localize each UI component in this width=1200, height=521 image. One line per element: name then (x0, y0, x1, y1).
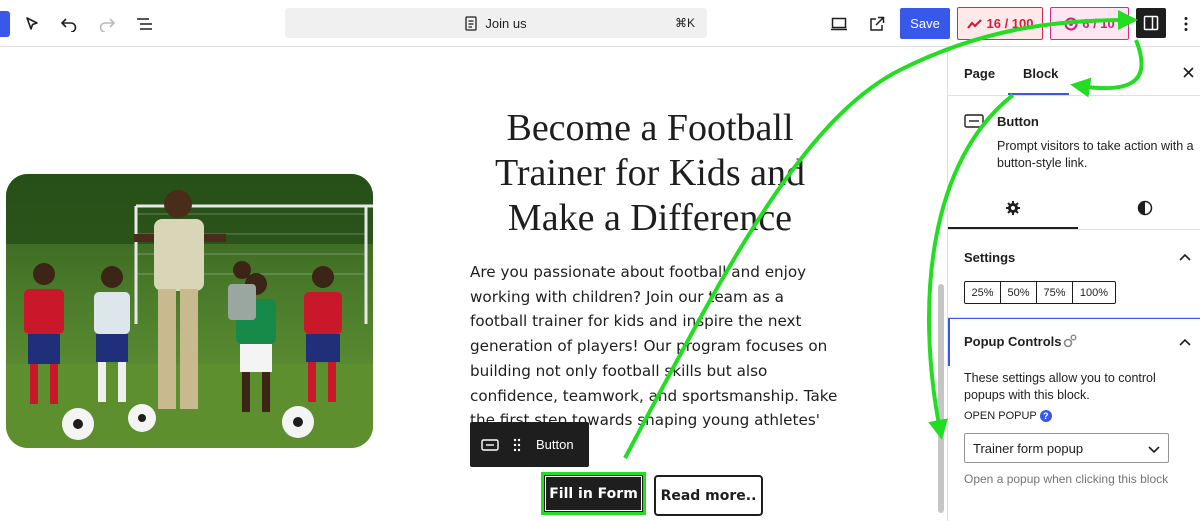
button-block-icon[interactable] (470, 438, 510, 451)
close-icon[interactable] (1180, 64, 1196, 80)
styles-contrast-icon[interactable] (1137, 200, 1153, 216)
inspector-active-indicator (948, 227, 1078, 229)
open-popup-label-text: OPEN POPUP (964, 410, 1037, 422)
redo-icon[interactable] (94, 11, 120, 37)
block-card-title: Button (997, 114, 1039, 129)
width-50-button[interactable]: 50% (1001, 282, 1037, 303)
popup-controls-title: Popup Controls (964, 334, 1062, 349)
open-popup-selected-value: Trainer form popup (973, 440, 1084, 456)
settings-sidebar: Page Block Button Prompt visitors to tak… (947, 48, 1200, 521)
button-block-card-icon (964, 114, 984, 133)
editor-topbar: Join us ⌘K Save 16 / 100 6 / 10 (0, 0, 1200, 47)
readability-score-text: 6 / 10 (1082, 16, 1115, 31)
chevron-down-icon (1148, 442, 1160, 457)
settings-panel-title[interactable]: Settings (964, 250, 1015, 265)
active-tab-indicator (1008, 93, 1069, 95)
chevron-up-icon[interactable] (1177, 334, 1193, 350)
canvas-scrollbar[interactable] (938, 284, 944, 513)
more-options-icon[interactable] (1176, 11, 1196, 37)
drag-handle-icon[interactable] (510, 438, 524, 452)
settings-panel: Settings 25% 50% 75% 100% (948, 230, 1200, 318)
sidebar-tabs: Page Block (948, 48, 1200, 96)
width-25-button[interactable]: 25% (965, 282, 1001, 303)
tab-block[interactable]: Block (1023, 66, 1058, 81)
popup-settings-gears-icon (1062, 333, 1078, 354)
open-popup-label: OPEN POPUP ? (964, 410, 1052, 422)
command-palette[interactable]: Join us ⌘K (285, 8, 707, 38)
site-logo-edge[interactable] (0, 11, 10, 37)
open-popup-select[interactable]: Trainer form popup (964, 433, 1169, 463)
page-heading[interactable]: Become a Football Trainer for Kids and M… (470, 106, 830, 241)
settings-sidebar-toggle-icon[interactable] (1136, 8, 1166, 38)
list-view-icon[interactable] (132, 11, 158, 37)
width-100-button[interactable]: 100% (1073, 282, 1115, 303)
help-icon[interactable]: ? (1039, 410, 1052, 422)
fill-in-form-button[interactable]: Fill in Form (541, 472, 646, 515)
intro-paragraph[interactable]: Are you passionate about football and en… (470, 260, 838, 433)
width-75-button[interactable]: 75% (1037, 282, 1073, 303)
view-post-icon[interactable] (864, 11, 890, 37)
block-toolbar-label[interactable]: Button (536, 437, 574, 452)
popup-controls-description: These settings allow you to control popu… (964, 371, 1156, 402)
block-card-description: Prompt visitors to take action with a bu… (997, 139, 1194, 170)
seo-score-badge[interactable]: 16 / 100 (957, 7, 1043, 40)
editor-canvas: Become a Football Trainer for Kids and M… (0, 48, 947, 521)
settings-gear-icon[interactable] (1005, 200, 1021, 216)
popup-controls-header[interactable]: Popup Controls (948, 318, 1200, 366)
readability-score-icon (1064, 17, 1078, 30)
command-shortcut: ⌘K (674, 16, 695, 30)
command-palette-title: Join us (485, 15, 527, 31)
block-toolbar: Button (470, 422, 589, 467)
tab-page[interactable]: Page (964, 66, 995, 81)
read-more-button[interactable]: Read more.. (654, 475, 763, 516)
open-popup-help-text: Open a popup when clicking this block (964, 472, 1169, 486)
document-icon (465, 15, 478, 31)
seo-score-icon (966, 18, 982, 29)
undo-icon[interactable] (56, 11, 82, 37)
chevron-up-icon[interactable] (1177, 249, 1193, 265)
desktop-preview-icon[interactable] (826, 11, 852, 37)
fill-in-form-label: Fill in Form (545, 476, 642, 511)
select-tool-icon[interactable] (19, 11, 45, 37)
seo-score-text: 16 / 100 (986, 16, 1034, 31)
block-inspector-tabs (948, 186, 1200, 230)
save-button[interactable]: Save (900, 8, 950, 39)
readability-score-badge[interactable]: 6 / 10 (1050, 7, 1129, 40)
football-kids-image[interactable] (6, 174, 373, 448)
button-width-group: 25% 50% 75% 100% (964, 281, 1116, 304)
